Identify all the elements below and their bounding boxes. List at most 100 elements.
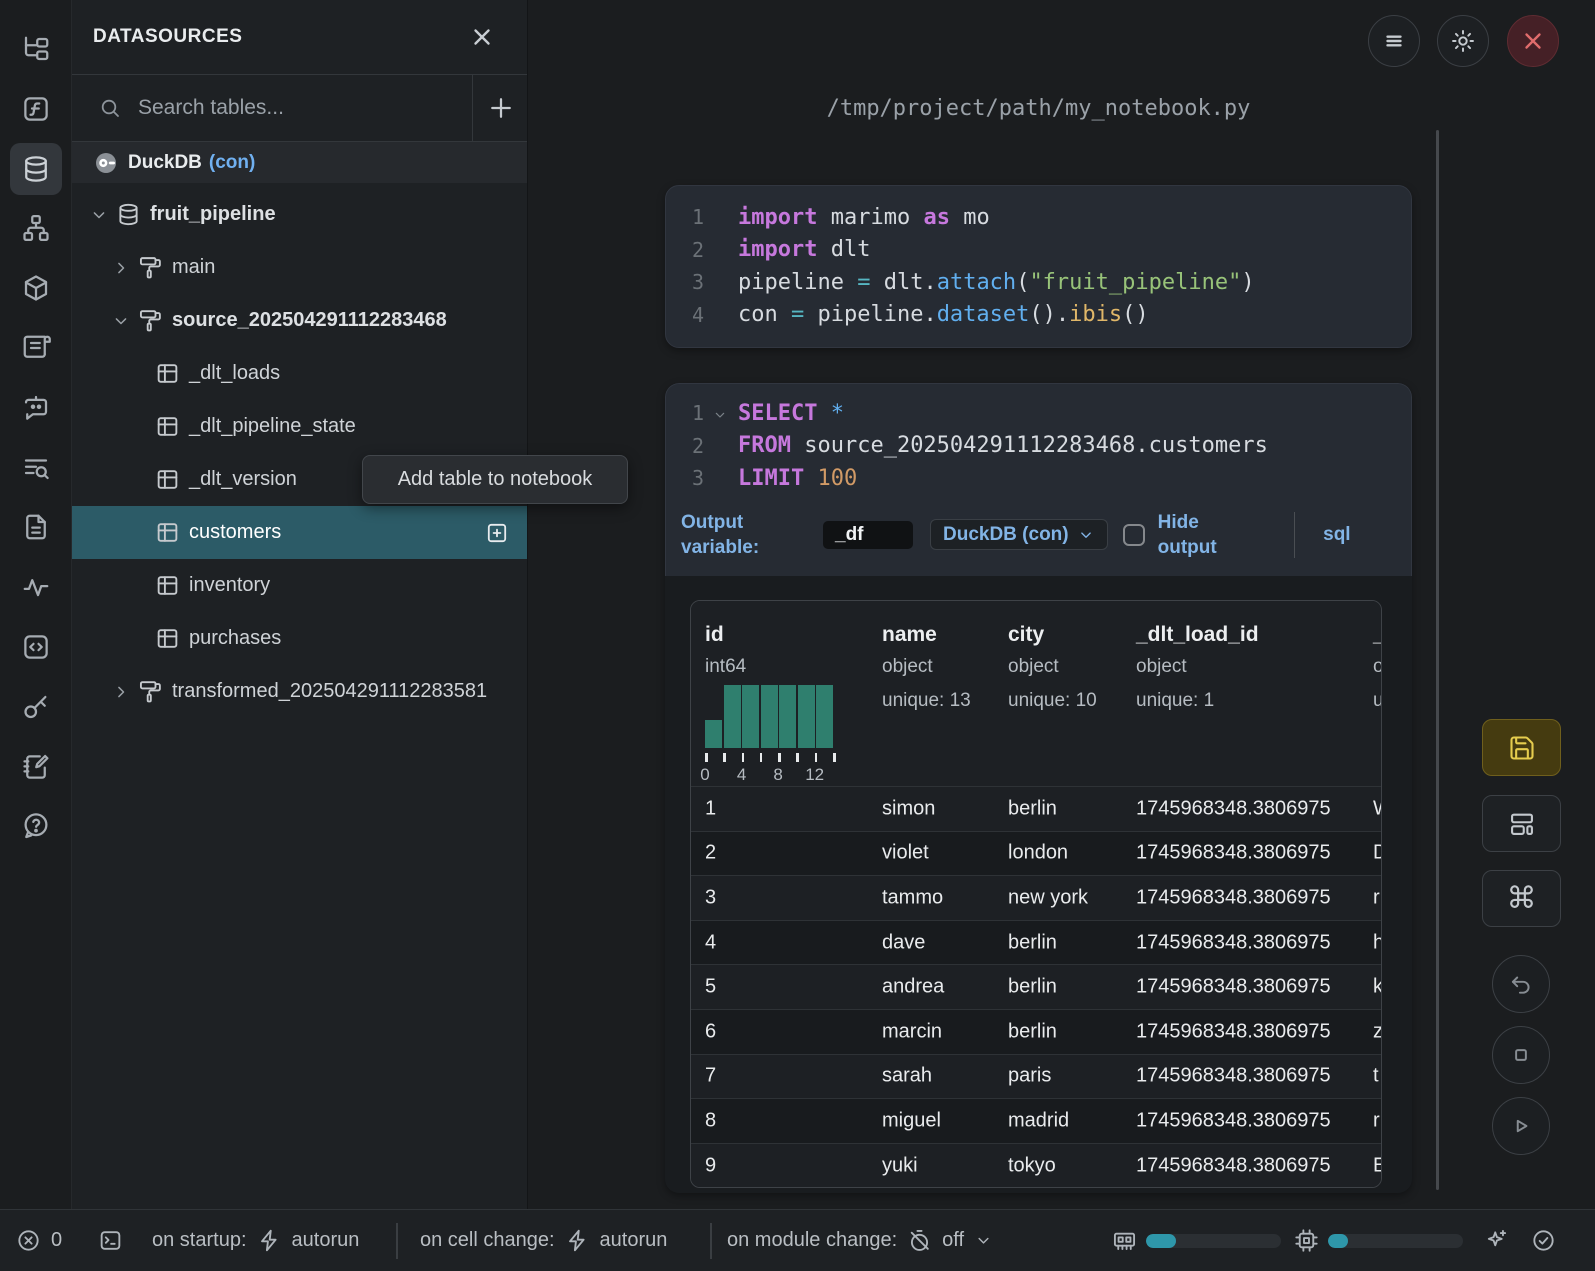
output-variable-label: Output variable:: [681, 510, 803, 560]
ai-assist-button[interactable]: [1484, 1210, 1509, 1271]
error-indicator[interactable]: 0: [16, 1210, 62, 1271]
chevron-down-icon[interactable]: [110, 311, 132, 331]
rail-file-tree-button[interactable]: [10, 23, 62, 75]
tree-item-customers[interactable]: customers: [72, 506, 527, 559]
table-row[interactable]: 5andreaberlin1745968348.3806975k: [691, 964, 1381, 1009]
command-icon: ⌘: [1507, 884, 1537, 914]
rail-help-button[interactable]: [10, 800, 62, 852]
search-input[interactable]: Search tables...: [138, 96, 284, 120]
column-name: city: [1008, 623, 1044, 647]
code-line[interactable]: 2import dlt: [666, 234, 1411, 267]
schema-icon: [138, 308, 163, 333]
status-bar: 0 on startup: autorun on cell change: au…: [0, 1209, 1595, 1271]
rail-snippets-button[interactable]: [10, 621, 62, 673]
tree-item-transformed_202504291112283581[interactable]: transformed_202504291112283581: [72, 665, 527, 718]
id-histogram: 04812: [705, 685, 833, 765]
undo-button[interactable]: [1492, 955, 1550, 1013]
table-header: idint64nameobjectunique: 13cityobjectuni…: [691, 601, 1381, 786]
logs-icon: [21, 333, 51, 363]
tree-item-_dlt_loads[interactable]: _dlt_loads: [72, 347, 527, 400]
line-number: 2: [688, 238, 704, 262]
rail-documentation-button[interactable]: [10, 501, 62, 553]
table-row[interactable]: 8miguelmadrid1745968348.3806975r: [691, 1098, 1381, 1143]
tree-item-source_202504291112283468[interactable]: source_202504291112283468: [72, 294, 527, 347]
stop-button[interactable]: [1492, 1026, 1550, 1084]
rail-secrets-button[interactable]: [10, 681, 62, 733]
search-row: Search tables...: [72, 75, 527, 142]
settings-button[interactable]: [1437, 15, 1489, 67]
column-dtype: object: [1136, 656, 1187, 678]
ai-chat-icon: [21, 393, 51, 423]
table-row[interactable]: 7sarahparis1745968348.3806975t: [691, 1054, 1381, 1099]
on-cell-change-setting[interactable]: on cell change: autorun: [420, 1210, 667, 1271]
table-cell: 8: [705, 1109, 716, 1132]
table-row[interactable]: 9yukitokyo1745968348.3806975E: [691, 1143, 1381, 1188]
table-row[interactable]: 3tammonew york1745968348.3806975r: [691, 875, 1381, 920]
rail-dependencies-button[interactable]: [10, 202, 62, 254]
close-panel-icon[interactable]: [469, 24, 495, 50]
tree-item-inventory[interactable]: inventory: [72, 559, 527, 612]
chevron-down-icon[interactable]: [88, 205, 110, 225]
python-cell[interactable]: 1import marimo as mo2import dlt3pipeline…: [665, 185, 1412, 348]
table-cell: london: [1008, 842, 1068, 865]
rail-scratchpad-button[interactable]: [10, 741, 62, 793]
table-cell: 3: [705, 886, 716, 909]
table-row[interactable]: 1simonberlin1745968348.3806975W: [691, 786, 1381, 831]
circle-x-icon: [16, 1228, 41, 1253]
code-line[interactable]: 1import marimo as mo: [666, 201, 1411, 234]
tree-item-label: customers: [189, 521, 281, 544]
notebook-scrollbar[interactable]: [1436, 130, 1439, 1190]
tree-item-label: transformed_202504291112283581: [172, 680, 487, 703]
layout-button[interactable]: [1482, 795, 1561, 852]
tree-item-_dlt_pipeline_state[interactable]: _dlt_pipeline_state: [72, 400, 527, 453]
add-table-tooltip: Add table to notebook: [362, 455, 628, 504]
code-line[interactable]: 4con = pipeline.dataset().ibis(): [666, 299, 1411, 332]
engine-row-duckdb[interactable]: DuckDB (con): [72, 142, 527, 183]
result-table[interactable]: idint64nameobjectunique: 13cityobjectuni…: [690, 600, 1382, 1188]
tree-item-label: main: [172, 256, 215, 279]
search-icon: [98, 96, 122, 120]
fold-chevron-icon[interactable]: [712, 407, 728, 423]
add-datasource-button[interactable]: [486, 93, 516, 123]
table-row[interactable]: 2violetlondon1745968348.3806975D: [691, 831, 1381, 876]
table-cell: berlin: [1008, 976, 1057, 999]
tree-item-purchases[interactable]: purchases: [72, 612, 527, 665]
rail-functions-button[interactable]: [10, 83, 62, 135]
shutdown-button[interactable]: [1507, 15, 1559, 67]
code-line[interactable]: 3LIMIT 100: [666, 462, 1411, 495]
connection-status[interactable]: [1531, 1210, 1556, 1271]
output-variable-input[interactable]: _df: [823, 521, 913, 549]
tree-item-main[interactable]: main: [72, 241, 527, 294]
rail-search-logs-button[interactable]: [10, 442, 62, 494]
terminal-button[interactable]: [98, 1210, 123, 1271]
keyboard-shortcuts-button[interactable]: ⌘: [1482, 870, 1561, 927]
run-button[interactable]: [1492, 1097, 1550, 1155]
chevron-down-icon: [974, 1231, 993, 1250]
histogram-tick-label: 0: [700, 765, 709, 785]
on-module-change-setting[interactable]: on module change: off: [727, 1210, 993, 1271]
column-unique: unique: 1: [1136, 690, 1214, 712]
table-row[interactable]: 6marcinberlin1745968348.3806975z: [691, 1009, 1381, 1054]
on-startup-setting[interactable]: on startup: autorun: [152, 1210, 359, 1271]
hide-output-checkbox[interactable]: [1123, 524, 1145, 546]
chevron-right-icon[interactable]: [110, 258, 132, 278]
table-row[interactable]: 4daveberlin1745968348.3806975h: [691, 920, 1381, 965]
chevron-right-icon[interactable]: [110, 682, 132, 702]
save-button[interactable]: [1482, 719, 1561, 776]
rail-datasources-button[interactable]: [10, 143, 62, 195]
engine-select[interactable]: DuckDB (con): [930, 519, 1108, 550]
code-line[interactable]: 3pipeline = dlt.attach("fruit_pipeline"): [666, 266, 1411, 299]
rail-ai-chat-button[interactable]: [10, 382, 62, 434]
play-icon: [1508, 1113, 1534, 1139]
code-line[interactable]: 1SELECT *: [666, 397, 1411, 430]
code-line[interactable]: 2FROM source_202504291112283468.customer…: [666, 430, 1411, 463]
rail-activity-button[interactable]: [10, 561, 62, 613]
rail-logs-button[interactable]: [10, 322, 62, 374]
add-table-button[interactable]: [485, 521, 509, 545]
tree-item-fruit_pipeline[interactable]: fruit_pipeline: [72, 188, 527, 241]
rail-packages-button[interactable]: [10, 262, 62, 314]
table-cell: t: [1373, 1065, 1379, 1088]
table-cell: 1745968348.3806975: [1136, 1109, 1331, 1132]
table-cell: sarah: [882, 1065, 932, 1088]
menu-button[interactable]: [1368, 15, 1420, 67]
